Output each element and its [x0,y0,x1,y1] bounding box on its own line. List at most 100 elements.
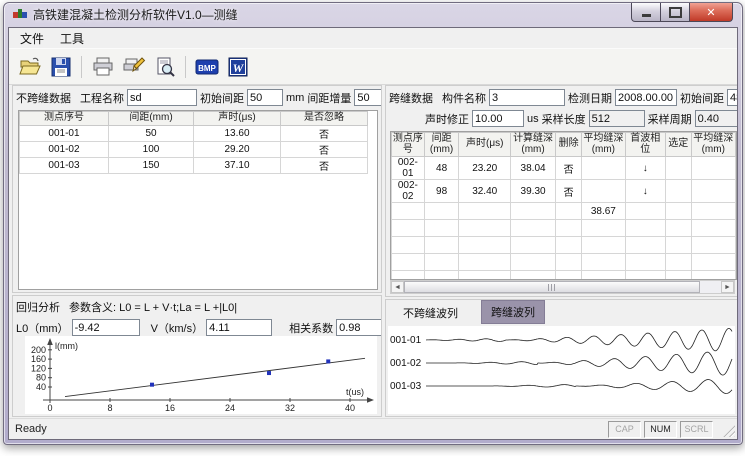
table-cell[interactable] [511,254,556,271]
table-cell[interactable] [691,157,735,180]
column-header[interactable]: 选定 [665,133,691,157]
table-cell[interactable]: 32.40 [459,180,511,203]
table-cell[interactable] [582,254,625,271]
column-header[interactable]: 是否忽略 [281,112,368,126]
table-cell[interactable] [392,203,425,220]
time-correction-input[interactable] [472,110,524,127]
table-cell[interactable] [392,271,425,281]
table-cell[interactable] [625,271,665,281]
table-cell[interactable] [665,254,691,271]
table-cell[interactable]: 001-02 [20,141,109,157]
table-cell[interactable]: 37.10 [194,157,281,173]
project-name-input[interactable] [127,89,197,106]
column-header[interactable]: 平均缝深 (mm) [582,133,625,157]
table-cell[interactable] [665,203,691,220]
resize-grip[interactable] [722,424,735,437]
table-cell[interactable]: 48 [424,157,459,180]
table-cell[interactable] [665,220,691,237]
table-cell[interactable]: 002-02 [392,180,425,203]
print-button[interactable] [87,53,118,81]
table-cell[interactable] [582,271,625,281]
table-cell[interactable] [511,271,556,281]
table-cell[interactable] [691,237,735,254]
table-cell[interactable]: 98 [424,180,459,203]
close-button[interactable]: ✕ [689,3,733,22]
table-cell[interactable]: 29.20 [194,141,281,157]
export-bmp-button[interactable]: BMP [191,53,222,81]
table-cell[interactable] [392,237,425,254]
test-date-input[interactable] [615,89,677,106]
table-cell[interactable]: 否 [281,141,368,157]
open-button[interactable] [14,53,45,81]
table-cell[interactable] [459,237,511,254]
init-spacing-input[interactable] [247,89,283,106]
table-cell[interactable] [691,203,735,220]
velocity-input[interactable] [206,319,272,336]
column-header[interactable]: 计算缝深 (mm) [511,133,556,157]
table-cell[interactable] [665,271,691,281]
table-cell[interactable] [424,220,459,237]
table-cell[interactable]: 否 [556,180,582,203]
table-cell[interactable] [511,220,556,237]
table-cell[interactable]: 001-03 [20,157,109,173]
table-cell[interactable] [691,180,735,203]
table-cell[interactable] [582,237,625,254]
table-cell[interactable] [556,237,582,254]
table-cell[interactable] [556,220,582,237]
table-cell[interactable]: 否 [281,125,368,141]
table-cell[interactable] [556,254,582,271]
maximize-button[interactable] [660,3,690,22]
component-name-input[interactable] [489,89,565,106]
table-cell[interactable] [625,203,665,220]
table-cell[interactable] [691,254,735,271]
table-cell[interactable]: 否 [556,157,582,180]
table-cell[interactable] [459,220,511,237]
correlation-input[interactable] [336,319,381,336]
minimize-button[interactable] [631,3,661,22]
column-header[interactable]: 声时(μs) [194,112,281,126]
table-cell[interactable] [665,237,691,254]
table-cell[interactable]: 001-01 [20,125,109,141]
table-cell[interactable] [582,180,625,203]
scroll-right-icon[interactable]: ► [721,281,734,293]
column-header[interactable]: 首波相位 [625,133,665,157]
table-cell[interactable]: 23.20 [459,157,511,180]
tab-crack-waves[interactable]: 跨缝波列 [481,300,545,324]
table-cell[interactable]: 否 [281,157,368,173]
tab-no-crack-waves[interactable]: 不跨缝波列 [394,302,467,324]
column-header[interactable]: 声时(μs) [459,133,511,157]
table-cell[interactable] [582,220,625,237]
table-cell[interactable] [511,237,556,254]
export-word-button[interactable]: W [222,53,253,81]
table-cell[interactable] [459,271,511,281]
table-cell[interactable]: ↓ [625,180,665,203]
table-cell[interactable]: 150 [109,157,194,173]
table-cell[interactable]: 002-01 [392,157,425,180]
column-header[interactable]: 测点序号 [392,133,425,157]
print-preview-button[interactable] [149,53,180,81]
table-cell[interactable] [665,180,691,203]
titlebar[interactable]: 高铁建混凝土检测分析软件V1.0—测缝 ✕ [4,3,742,26]
table-cell[interactable] [424,237,459,254]
table-cell[interactable] [625,254,665,271]
table-cell[interactable]: 100 [109,141,194,157]
table-cell[interactable] [392,254,425,271]
table-cell[interactable] [424,271,459,281]
column-header[interactable]: 测点序号 [20,112,109,126]
table-cell[interactable] [625,237,665,254]
table-cell[interactable] [625,220,665,237]
table-cell[interactable]: 50 [109,125,194,141]
table-cell[interactable] [556,271,582,281]
scrollbar-thumb[interactable] [404,281,700,293]
table-cell[interactable] [665,157,691,180]
column-header[interactable]: 间距 (mm) [424,133,459,157]
table-cell[interactable]: ↓ [625,157,665,180]
menu-tools[interactable]: 工具 [52,28,92,49]
table-cell[interactable] [556,203,582,220]
spacing-increment-input[interactable] [354,89,381,106]
table-cell[interactable]: 39.30 [511,180,556,203]
table-cell[interactable] [691,220,735,237]
init-spacing-input[interactable] [727,89,737,106]
table-cell[interactable]: 38.04 [511,157,556,180]
column-header[interactable]: 删除 [556,133,582,157]
